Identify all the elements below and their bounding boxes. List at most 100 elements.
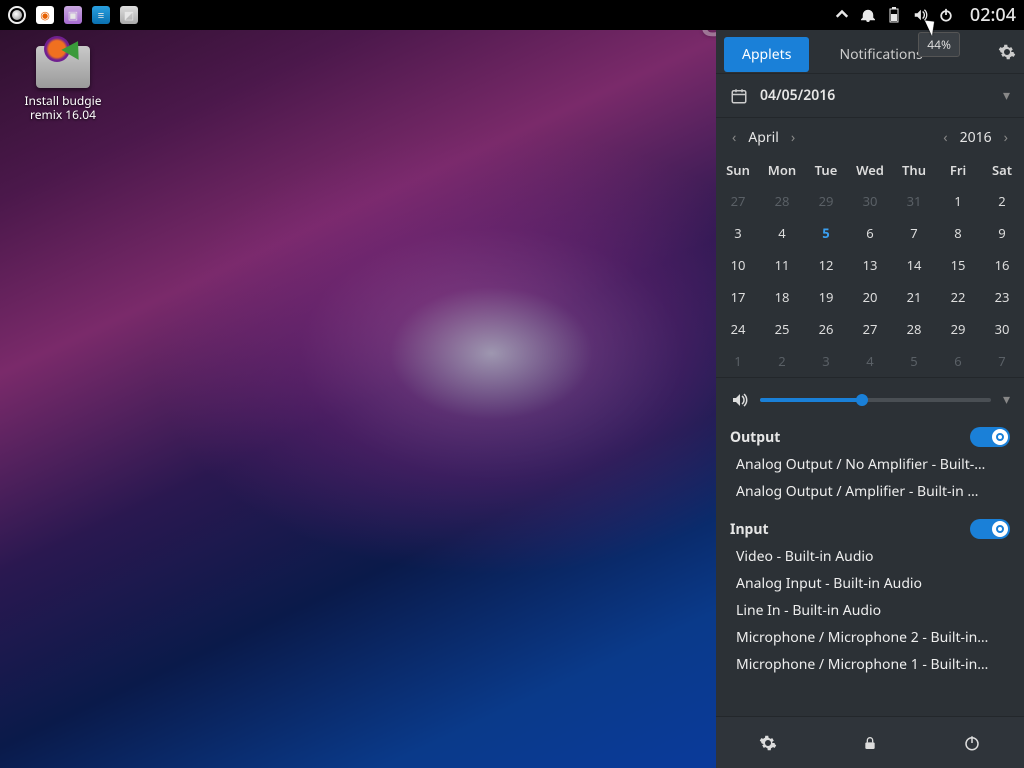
audio-option[interactable]: Microphone / Microphone 1 - Built-in… [736,651,1014,678]
calendar-day[interactable]: 28 [892,313,936,345]
calendar-day[interactable]: 4 [848,345,892,377]
calendar-dow: Sat [980,155,1024,185]
next-month-button[interactable]: › [785,124,801,151]
calendar-dow: Wed [848,155,892,185]
volume-tray-icon[interactable] [912,7,928,23]
installer-icon [36,46,90,88]
volume-slider[interactable] [760,398,991,402]
calendar-day[interactable]: 24 [716,313,760,345]
input-list: Video - Built-in AudioAnalog Input - Bui… [716,543,1024,684]
calendar-header: 04/05/2016 ▾ [716,74,1024,118]
screenshot-launcher-icon[interactable]: ◩ [120,6,138,24]
raven-settings-button[interactable] [998,43,1016,61]
output-toggle[interactable] [970,427,1010,447]
calendar-day[interactable]: 25 [760,313,804,345]
panel-clock[interactable]: 02:04 [970,3,1016,27]
calendar-day[interactable]: 19 [804,281,848,313]
prev-month-button[interactable]: ‹ [726,124,742,151]
calendar-day[interactable]: 29 [804,185,848,217]
calendar-day[interactable]: 13 [848,249,892,281]
speaker-icon [730,392,748,408]
tab-applets[interactable]: Applets [724,37,809,72]
prev-year-button[interactable]: ‹ [937,124,953,151]
calendar-day[interactable]: 1 [716,345,760,377]
calendar-day[interactable]: 7 [892,217,936,249]
battery-tray-icon[interactable] [886,7,902,23]
desktop-icon-label: Install budgie remix 16.04 [18,94,108,123]
calendar-day[interactable]: 21 [892,281,936,313]
calendar-day[interactable]: 30 [980,313,1024,345]
calendar-day[interactable]: 20 [848,281,892,313]
calendar-dropdown-button[interactable]: ▾ [1003,86,1010,105]
audio-option[interactable]: Analog Input - Built-in Audio [736,570,1014,597]
text-editor-launcher-icon[interactable]: ≡ [92,6,110,24]
budgie-menu-button[interactable] [8,6,26,24]
calendar-day[interactable]: 18 [760,281,804,313]
year-label: 2016 [954,128,998,147]
calendar-day[interactable]: 26 [804,313,848,345]
calendar-day[interactable]: 12 [804,249,848,281]
calendar-day[interactable]: 27 [716,185,760,217]
calendar-day[interactable]: 30 [848,185,892,217]
calendar-day[interactable]: 17 [716,281,760,313]
calendar-day[interactable]: 22 [936,281,980,313]
calendar-day[interactable]: 16 [980,249,1024,281]
calendar-day[interactable]: 28 [760,185,804,217]
calendar-day[interactable]: 14 [892,249,936,281]
firefox-launcher-icon[interactable]: ◉ [36,6,54,24]
calendar-day[interactable]: 5 [892,345,936,377]
audio-option[interactable]: Video - Built-in Audio [736,543,1014,570]
network-tray-icon[interactable] [834,7,850,23]
calendar-day[interactable]: 10 [716,249,760,281]
raven-tabs: Applets Notifications [716,30,1024,74]
output-label: Output [730,428,780,447]
audio-option[interactable]: Analog Output / Amplifier - Built-in … [736,478,1014,505]
volume-menu-button[interactable]: ▾ [1003,390,1010,409]
footer-power-button[interactable] [943,724,1001,762]
input-toggle[interactable] [970,519,1010,539]
volume-section: ▾ [716,377,1024,419]
calendar-dow: Fri [936,155,980,185]
calendar-day[interactable]: 6 [936,345,980,377]
calendar-day[interactable]: 6 [848,217,892,249]
calendar-day[interactable]: 31 [892,185,936,217]
input-label: Input [730,520,769,539]
calendar-day[interactable]: 29 [936,313,980,345]
calendar-day[interactable]: 2 [980,185,1024,217]
audio-option[interactable]: Line In - Built-in Audio [736,597,1014,624]
calendar-day[interactable]: 11 [760,249,804,281]
file-manager-launcher-icon[interactable]: ▣ [64,6,82,24]
audio-option[interactable]: Analog Output / No Amplifier - Built-… [736,451,1014,478]
calendar-day[interactable]: 2 [760,345,804,377]
calendar-nav: ‹ April › ‹ 2016 › [716,118,1024,155]
calendar-day[interactable]: 9 [980,217,1024,249]
calendar-dow: Sun [716,155,760,185]
volume-tooltip: 44% [918,32,960,57]
calendar-day[interactable]: 5 [804,217,848,249]
footer-settings-button[interactable] [739,724,797,762]
calendar-date: 04/05/2016 [760,86,835,105]
month-label: April [742,128,785,147]
calendar-icon [730,87,748,105]
calendar-day[interactable]: 4 [760,217,804,249]
power-tray-icon[interactable] [938,7,954,23]
calendar-day[interactable]: 1 [936,185,980,217]
next-year-button[interactable]: › [998,124,1014,151]
calendar-day[interactable]: 23 [980,281,1024,313]
audio-option[interactable]: Microphone / Microphone 2 - Built-in… [736,624,1014,651]
calendar-dow: Mon [760,155,804,185]
notifications-tray-icon[interactable] [860,7,876,23]
input-header: Input [716,511,1024,543]
footer-lock-button[interactable] [842,724,898,762]
raven-footer [716,716,1024,768]
calendar-day[interactable]: 3 [716,217,760,249]
calendar-day[interactable]: 3 [804,345,848,377]
calendar-day[interactable]: 7 [980,345,1024,377]
top-panel: ◉ ▣ ≡ ◩ 02:04 [0,0,1024,30]
calendar-day[interactable]: 15 [936,249,980,281]
calendar-dow: Tue [804,155,848,185]
install-desktop-icon[interactable]: Install budgie remix 16.04 [18,46,108,123]
calendar-day[interactable]: 8 [936,217,980,249]
calendar-day[interactable]: 27 [848,313,892,345]
output-header: Output [716,419,1024,451]
